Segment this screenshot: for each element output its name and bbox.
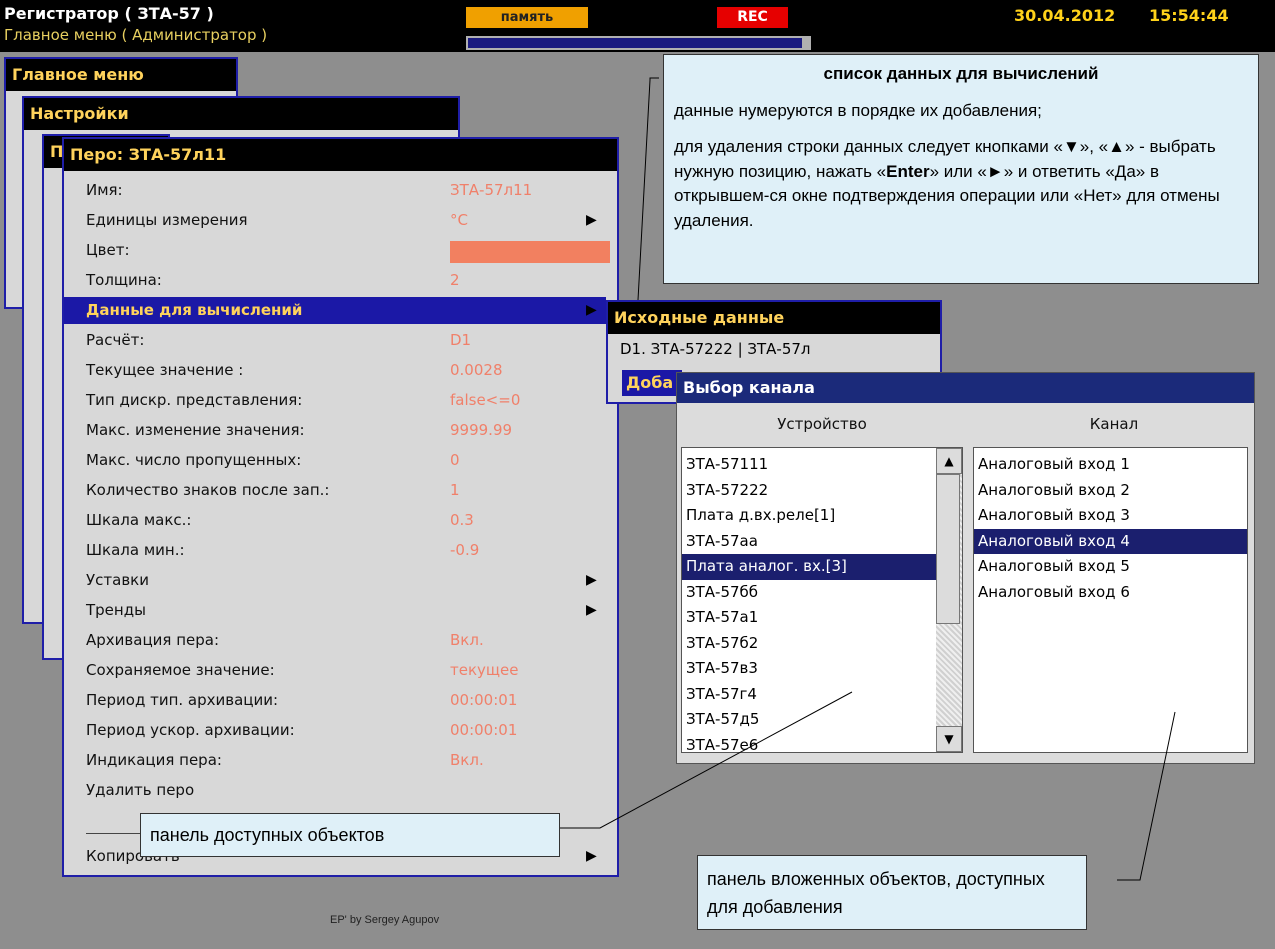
callout-leaders	[560, 77, 1176, 881]
leader-line-nested-objects	[1117, 711, 1176, 881]
recorder-screen: Регистратор ( ЗТА-57 ) Главное меню ( Ад…	[0, 0, 1275, 949]
leader-line-data-list	[637, 77, 659, 301]
leader-line-available-objects	[560, 691, 853, 829]
